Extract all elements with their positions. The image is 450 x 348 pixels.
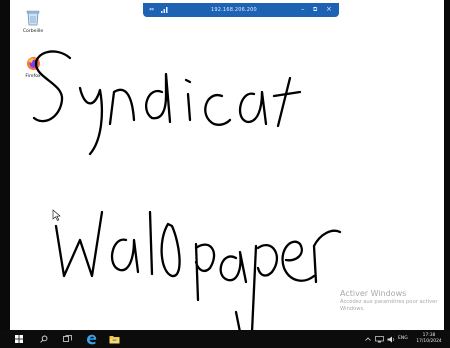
activate-windows-watermark: Activer Windows Accédez aux paramètres p… — [340, 289, 444, 312]
stroke-l1 — [148, 210, 154, 276]
taskbar-clock[interactable]: 17:38 17/10/2024 — [412, 333, 446, 344]
stroke-e — [281, 240, 316, 282]
stroke-c — [204, 94, 232, 126]
stroke-r — [312, 229, 342, 284]
stroke-l2 — [160, 222, 181, 278]
stroke-S — [32, 50, 72, 123]
start-button[interactable] — [12, 330, 26, 348]
chevron-up-icon — [365, 337, 371, 341]
task-view-icon — [62, 335, 72, 342]
mouse-cursor-icon — [52, 209, 61, 221]
file-explorer-icon — [109, 335, 119, 343]
handwritten-drawing — [32, 50, 342, 330]
stroke-p2-descender — [234, 310, 241, 330]
stroke-i — [186, 92, 192, 122]
start-icon — [15, 335, 23, 343]
stroke-n — [108, 88, 136, 126]
stroke-t — [276, 76, 292, 128]
show-hidden-icons-button[interactable] — [364, 330, 372, 348]
stroke-a2 — [110, 238, 140, 274]
restore-button[interactable]: ⧉ — [313, 6, 317, 14]
stroke-p2 — [250, 244, 278, 330]
task-view-button[interactable] — [60, 330, 74, 348]
file-explorer-taskbar-button[interactable] — [106, 330, 122, 348]
stroke-a — [238, 90, 268, 126]
remote-desktop-screen: Corbeille Firefox ⇔ 192.168.206.200 – ⧉ … — [0, 0, 450, 348]
minimize-button[interactable]: – — [301, 5, 305, 13]
pin-icon[interactable]: ⇔ — [149, 6, 154, 13]
search-icon — [40, 335, 48, 343]
watermark-subtitle: Accédez aux paramètres pour activer Wind… — [340, 299, 438, 312]
network-tray-button[interactable] — [374, 330, 384, 348]
taskbar: ENG 17:38 17/10/2024 — [0, 330, 450, 348]
search-button[interactable] — [37, 330, 51, 348]
volume-icon — [387, 336, 394, 342]
rdp-connection-bar[interactable]: ⇔ 192.168.206.200 – ⧉ × — [143, 3, 339, 17]
close-button[interactable]: × — [326, 5, 332, 13]
edge-icon — [86, 334, 96, 344]
volume-tray-button[interactable] — [386, 330, 396, 348]
stroke-d — [145, 72, 172, 124]
clock-date: 17/10/2024 — [416, 338, 442, 344]
network-icon — [374, 335, 384, 342]
watermark-title: Activer Windows — [340, 289, 407, 298]
input-language-indicator[interactable]: ENG — [398, 336, 408, 341]
stroke-p1 — [194, 242, 216, 302]
stroke-i-dot — [184, 78, 192, 84]
edge-taskbar-button[interactable] — [83, 330, 99, 348]
remote-host-address: 192.168.206.200 — [211, 7, 257, 13]
stroke-y — [78, 86, 104, 156]
stroke-a3 — [219, 250, 248, 284]
connection-quality-icon[interactable] — [161, 5, 171, 13]
stroke-W — [54, 210, 104, 278]
